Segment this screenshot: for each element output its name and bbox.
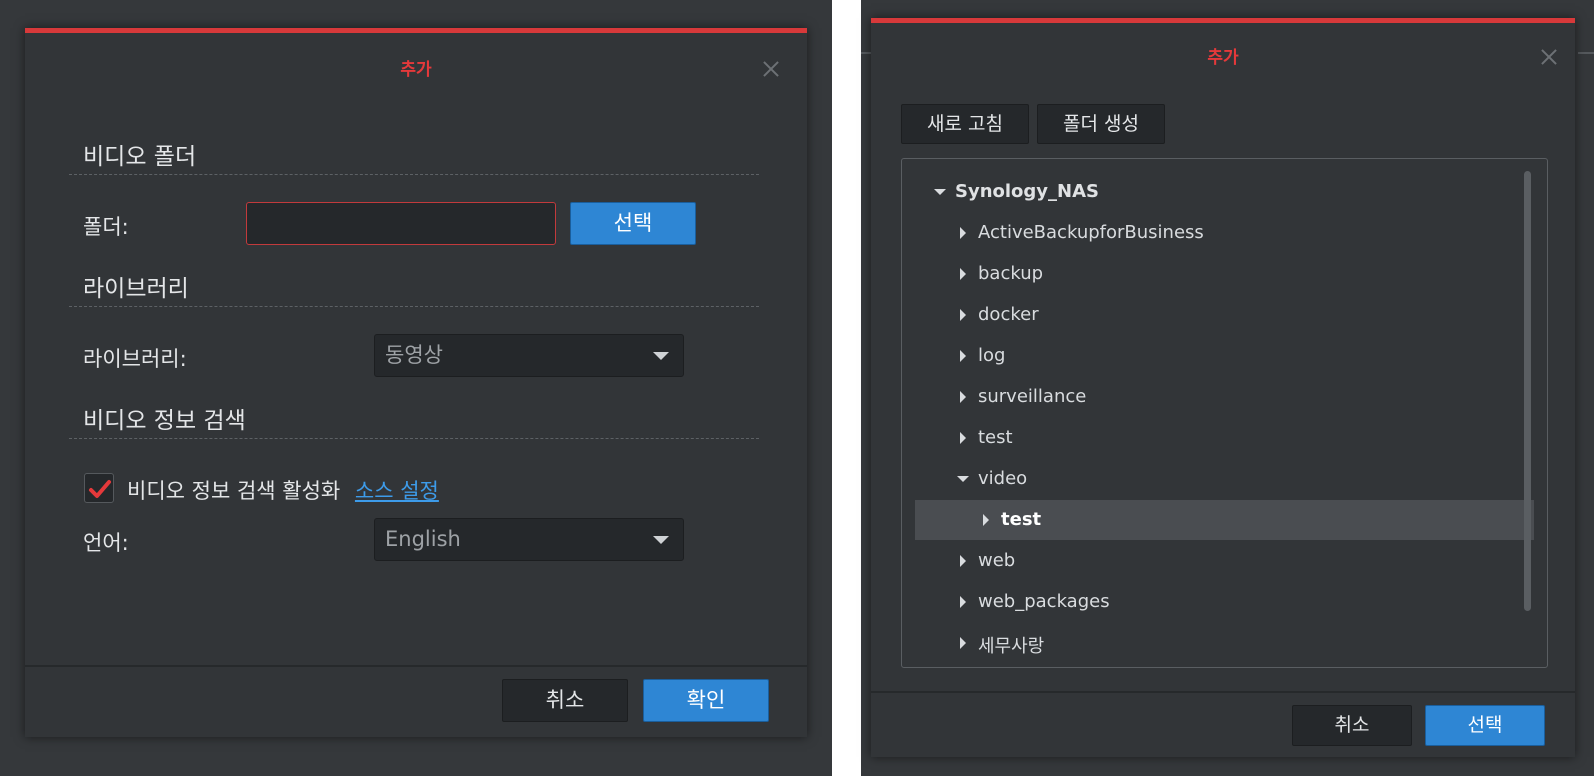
close-icon[interactable] <box>761 59 781 79</box>
section-title-library: 라이브러리 <box>83 276 189 302</box>
tree-item[interactable]: docker <box>902 295 1547 335</box>
add-video-folder-dialog: 추가 비디오 폴더 폴더: 선택 라이브러리 라이브러리: 동영상 비디오 정보… <box>25 28 807 737</box>
dialog-title: 추가 <box>400 60 432 80</box>
library-label: 라이브러리: <box>83 347 187 371</box>
enable-video-info-text: 비디오 정보 검색 활성화 <box>127 479 341 503</box>
tree-item[interactable]: test <box>902 418 1547 458</box>
section-divider <box>69 306 759 307</box>
tree-item-label: test <box>1001 509 1042 530</box>
tree-scrollbar[interactable] <box>1524 171 1531 611</box>
tree-item[interactable]: web <box>902 541 1547 581</box>
library-select-value: 동영상 <box>385 343 443 367</box>
tree-item[interactable]: web_packages <box>902 582 1547 622</box>
folder-label: 폴더: <box>83 215 129 239</box>
chevron-down-icon <box>653 352 669 360</box>
source-settings-link[interactable]: 소스 설정 <box>355 479 439 503</box>
create-folder-button[interactable]: 폴더 생성 <box>1037 104 1165 144</box>
tree-item[interactable]: test <box>915 500 1534 540</box>
caret-down-icon[interactable] <box>934 189 946 195</box>
caret-right-icon[interactable] <box>960 596 966 608</box>
section-title-video-info: 비디오 정보 검색 <box>83 408 246 434</box>
tree-item[interactable]: log <box>902 336 1547 376</box>
caret-right-icon[interactable] <box>960 555 966 567</box>
folder-picker-dialog: 추가 새로 고침 폴더 생성 Synology_NAS ActiveBackupf… <box>871 18 1575 757</box>
tree-item[interactable]: video <box>902 459 1547 499</box>
tree-item-label: surveillance <box>978 386 1087 407</box>
select-button[interactable]: 선택 <box>1425 705 1545 746</box>
tree-item-label: backup <box>978 263 1044 284</box>
enable-video-info-checkbox[interactable] <box>84 473 114 503</box>
tree-item[interactable]: backup <box>902 254 1547 294</box>
language-label: 언어: <box>83 531 129 555</box>
refresh-button[interactable]: 새로 고침 <box>901 104 1029 144</box>
tree-item-label: log <box>978 345 1006 366</box>
folder-tree[interactable]: Synology_NAS ActiveBackupforBusiness backu… <box>901 158 1548 668</box>
right-screenshot-panel: 추가 새로 고침 폴더 생성 Synology_NAS ActiveBackupf… <box>861 0 1594 776</box>
dialog-title: 추가 <box>1207 48 1239 68</box>
caret-right-icon[interactable] <box>983 514 989 526</box>
caret-right-icon[interactable] <box>960 432 966 444</box>
left-screenshot-panel: 추가 비디오 폴더 폴더: 선택 라이브러리 라이브러리: 동영상 비디오 정보… <box>0 0 832 776</box>
caret-right-icon[interactable] <box>960 309 966 321</box>
cancel-button[interactable]: 취소 <box>1292 705 1412 746</box>
checkmark-icon <box>89 480 111 498</box>
tree-item-label: docker <box>978 304 1039 325</box>
tree-root-item[interactable]: Synology_NAS <box>902 172 1547 212</box>
folder-select-button[interactable]: 선택 <box>570 202 696 245</box>
section-title-video-folder: 비디오 폴더 <box>83 144 197 170</box>
section-divider <box>69 438 759 439</box>
caret-right-icon[interactable] <box>960 391 966 403</box>
language-select-value: English <box>385 527 461 551</box>
chevron-down-icon <box>653 536 669 544</box>
footer-divider <box>871 691 1575 693</box>
caret-right-icon[interactable] <box>960 268 966 280</box>
tree-item-label: 세무사랑 <box>978 636 1045 657</box>
footer-divider <box>25 665 807 667</box>
tree-item-label: web_packages <box>978 591 1110 612</box>
enable-video-info-label: 비디오 정보 검색 활성화 소스 설정 <box>127 475 439 505</box>
tree-item[interactable]: ActiveBackupforBusiness <box>902 213 1547 253</box>
background-window-edge <box>1578 52 1594 54</box>
tree-item-label: Synology_NAS <box>955 181 1099 202</box>
tree-item-label: test <box>978 427 1013 448</box>
ok-button[interactable]: 확인 <box>643 679 769 722</box>
close-icon[interactable] <box>1539 47 1559 67</box>
caret-down-icon[interactable] <box>957 476 969 482</box>
cancel-button[interactable]: 취소 <box>502 679 628 722</box>
tree-item[interactable]: 세무사랑 <box>902 623 1547 663</box>
section-divider <box>69 174 759 175</box>
language-select[interactable]: English <box>374 518 684 561</box>
tree-item[interactable]: surveillance <box>902 377 1547 417</box>
tree-item-label: web <box>978 550 1016 571</box>
caret-right-icon[interactable] <box>960 637 966 649</box>
library-select[interactable]: 동영상 <box>374 334 684 377</box>
folder-input[interactable] <box>246 202 556 245</box>
tree-item-label: ActiveBackupforBusiness <box>978 222 1204 243</box>
caret-right-icon[interactable] <box>960 350 966 362</box>
caret-right-icon[interactable] <box>960 227 966 239</box>
tree-item-label: video <box>978 468 1028 489</box>
